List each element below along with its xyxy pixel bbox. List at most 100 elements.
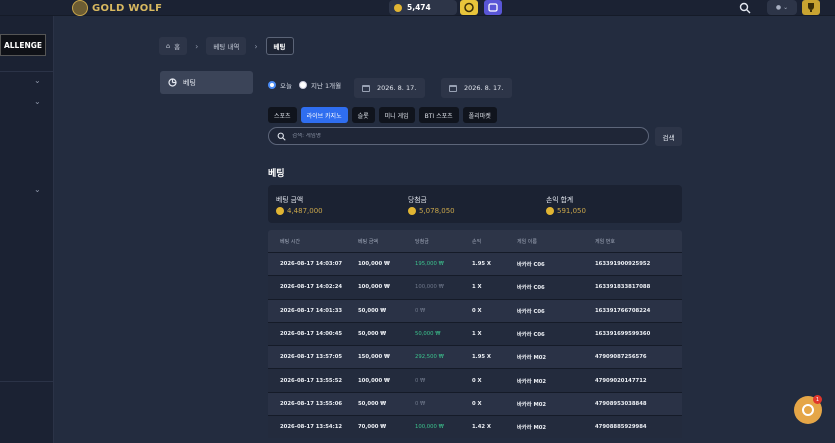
table-cell: 1.42 X	[472, 424, 491, 431]
search-button[interactable]: 검색	[655, 127, 682, 146]
radio-today-label: 오늘	[280, 82, 292, 90]
tab-mini-game[interactable]: 미니 게임	[378, 107, 415, 123]
table-cell: 2026-08-17 14:03:07	[280, 261, 343, 268]
date-to-field[interactable]: 2026. 8. 17.	[441, 78, 512, 98]
table-cell: 1 X	[472, 331, 482, 338]
table-cell: 바카라 M02	[517, 355, 547, 362]
table-row: 2026-08-17 13:57:05 150,000 ₩ 292,500 ₩ 1.9…	[268, 345, 682, 369]
trophy-icon	[808, 3, 814, 12]
top-bar: GOLD WOLF 5,474 ● ⌄	[0, 0, 835, 16]
sidebar: ALLENGE ⌄ ⌄ ⌄	[0, 16, 54, 443]
table-cell: 163391699599360	[595, 331, 651, 338]
table-cell: 바카라 M02	[517, 401, 547, 408]
table-row: 2026-08-17 14:00:45 50,000 ₩ 50,000 ₩ 1 X 바카…	[268, 321, 682, 346]
logo[interactable]: GOLD WOLF	[72, 0, 162, 16]
table-cell: 2026-08-17 14:00:45	[280, 331, 343, 338]
breadcrumb-home[interactable]: ⌂ 홈	[159, 37, 188, 55]
table-cell: 바카라 M02	[517, 378, 547, 385]
challenge-banner-text: ALLENGE	[3, 40, 43, 50]
table-cell: 163391833817088	[595, 284, 651, 291]
challenge-banner[interactable]: ALLENGE	[0, 34, 46, 56]
table-cell: 163391900925952	[595, 261, 651, 268]
chat-badge: 1	[813, 395, 822, 404]
table-cell: 0 ₩	[415, 377, 426, 384]
search-input[interactable]	[292, 133, 632, 139]
table-cell: 47908885929984	[595, 424, 647, 431]
tab-polymarket[interactable]: 폴리마켓	[462, 107, 497, 123]
chevron-down-icon[interactable]: ⌄	[34, 76, 41, 85]
home-icon: ⌂	[166, 42, 171, 50]
table-row: 2026-08-17 14:02:24 100,000 ₩ 100,000 ₩ 1 X…	[268, 275, 682, 299]
table-cell: 50,000 ₩	[358, 331, 387, 338]
coin-icon	[546, 207, 554, 215]
balance-display[interactable]: 5,474	[389, 0, 457, 15]
table-cell: 163391766708224	[595, 307, 651, 314]
search-icon	[277, 132, 286, 141]
wolf-logo-icon	[72, 0, 88, 16]
table-cell: 0 X	[472, 400, 482, 407]
table-cell: 100,000 ₩	[415, 424, 444, 431]
tab-slot[interactable]: 슬롯	[351, 107, 375, 123]
wallet-icon	[488, 3, 498, 12]
table-cell: 50,000 ₩	[358, 400, 387, 407]
breadcrumb: ⌂ 홈 › 베팅 내역 › 베팅	[159, 37, 294, 55]
radio-last-month[interactable]	[298, 81, 307, 89]
chevron-down-icon[interactable]: ⌄	[34, 97, 41, 106]
tab-bti-sports[interactable]: BTI 스포츠	[418, 107, 459, 123]
flag-icon: ●	[775, 4, 782, 11]
subnav-betting[interactable]: 베팅	[160, 71, 253, 94]
chevron-right-icon: ›	[195, 41, 199, 51]
breadcrumb-current[interactable]: 베팅	[265, 37, 294, 55]
chevron-down-icon[interactable]: ⌄	[34, 185, 41, 194]
game-tabs: 스포츠 라이브 카지노 슬롯 미니 게임 BTI 스포츠 폴리마켓	[268, 107, 497, 123]
table-row: 2026-08-17 13:54:12 70,000 ₩ 100,000 ₩ 1.42…	[268, 415, 682, 439]
sidebar-divider	[0, 381, 54, 382]
table-row: 2026-08-17 14:03:07 100,000 ₩ 195,000 ₩ 1.9…	[268, 252, 682, 276]
table-cell: 바카라 C06	[517, 332, 545, 339]
calendar-icon	[362, 84, 370, 92]
summary-bet-amount: 베팅 금액 4,487,000	[276, 196, 323, 215]
bet-summary: 베팅 금액 4,487,000 당첨금 5,078,050 손익 합계 591,…	[268, 185, 682, 223]
table-cell: 0 ₩	[415, 307, 426, 314]
wallet-button[interactable]	[484, 0, 502, 15]
promo-button[interactable]	[460, 0, 478, 15]
table-cell: 1.95 X	[472, 354, 491, 361]
summary-profit-loss: 손익 합계 591,050	[546, 196, 586, 215]
breadcrumb-bet-history[interactable]: 베팅 내역	[206, 37, 247, 55]
table-cell: 바카라 C06	[517, 285, 545, 292]
search-field[interactable]	[268, 127, 649, 145]
table-cell: 바카라 C06	[517, 262, 545, 269]
coin-icon	[394, 3, 402, 12]
summary-winnings: 당첨금 5,078,050	[408, 196, 455, 215]
table-cell: 0 X	[472, 377, 482, 384]
table-row: 2026-08-17 14:01:33 50,000 ₩ 0 ₩ 0 X 바카라 C06…	[268, 298, 682, 322]
sidebar-divider	[0, 71, 54, 72]
tab-live-casino[interactable]: 라이브 카지노	[300, 107, 348, 123]
pie-chart-icon	[168, 78, 177, 87]
search-icon[interactable]	[739, 2, 751, 14]
chevron-down-icon: ⌄	[783, 4, 789, 11]
table-cell: 2026-08-17 13:55:52	[280, 377, 343, 384]
radio-last-month-label: 지난 1개월	[310, 82, 342, 90]
table-row: 2026-08-17 13:55:52 100,000 ₩ 0 ₩ 0 X 바카라 M0…	[268, 368, 682, 392]
table-cell: 70,000 ₩	[358, 424, 387, 431]
table-cell: 바카라 M02	[517, 425, 547, 432]
table-cell: 100,000 ₩	[415, 284, 444, 291]
radio-today[interactable]	[268, 81, 276, 89]
table-body: 2026-08-17 14:03:07 100,000 ₩ 195,000 ₩ 1.9…	[268, 252, 682, 439]
table-cell: 292,500 ₩	[415, 354, 444, 361]
language-selector[interactable]: ● ⌄	[767, 0, 797, 15]
subnav-label: 베팅	[183, 78, 196, 87]
chat-icon	[802, 404, 814, 416]
logo-text: GOLD WOLF	[92, 2, 163, 14]
table-cell: 1 X	[472, 284, 482, 291]
table-cell: 0 ₩	[415, 400, 426, 407]
table-cell: 0 X	[472, 307, 482, 314]
gift-icon	[464, 2, 474, 13]
table-row: 2026-08-17 13:55:06 50,000 ₩ 0 ₩ 0 X 바카라 M02…	[268, 391, 682, 416]
tab-sports[interactable]: 스포츠	[268, 107, 297, 123]
date-from-field[interactable]: 2026. 8. 17.	[354, 78, 425, 98]
table-cell: 2026-08-17 13:54:12	[280, 424, 343, 431]
period-radio-group: 오늘 지난 1개월	[268, 80, 341, 90]
trophy-button[interactable]	[802, 0, 820, 15]
